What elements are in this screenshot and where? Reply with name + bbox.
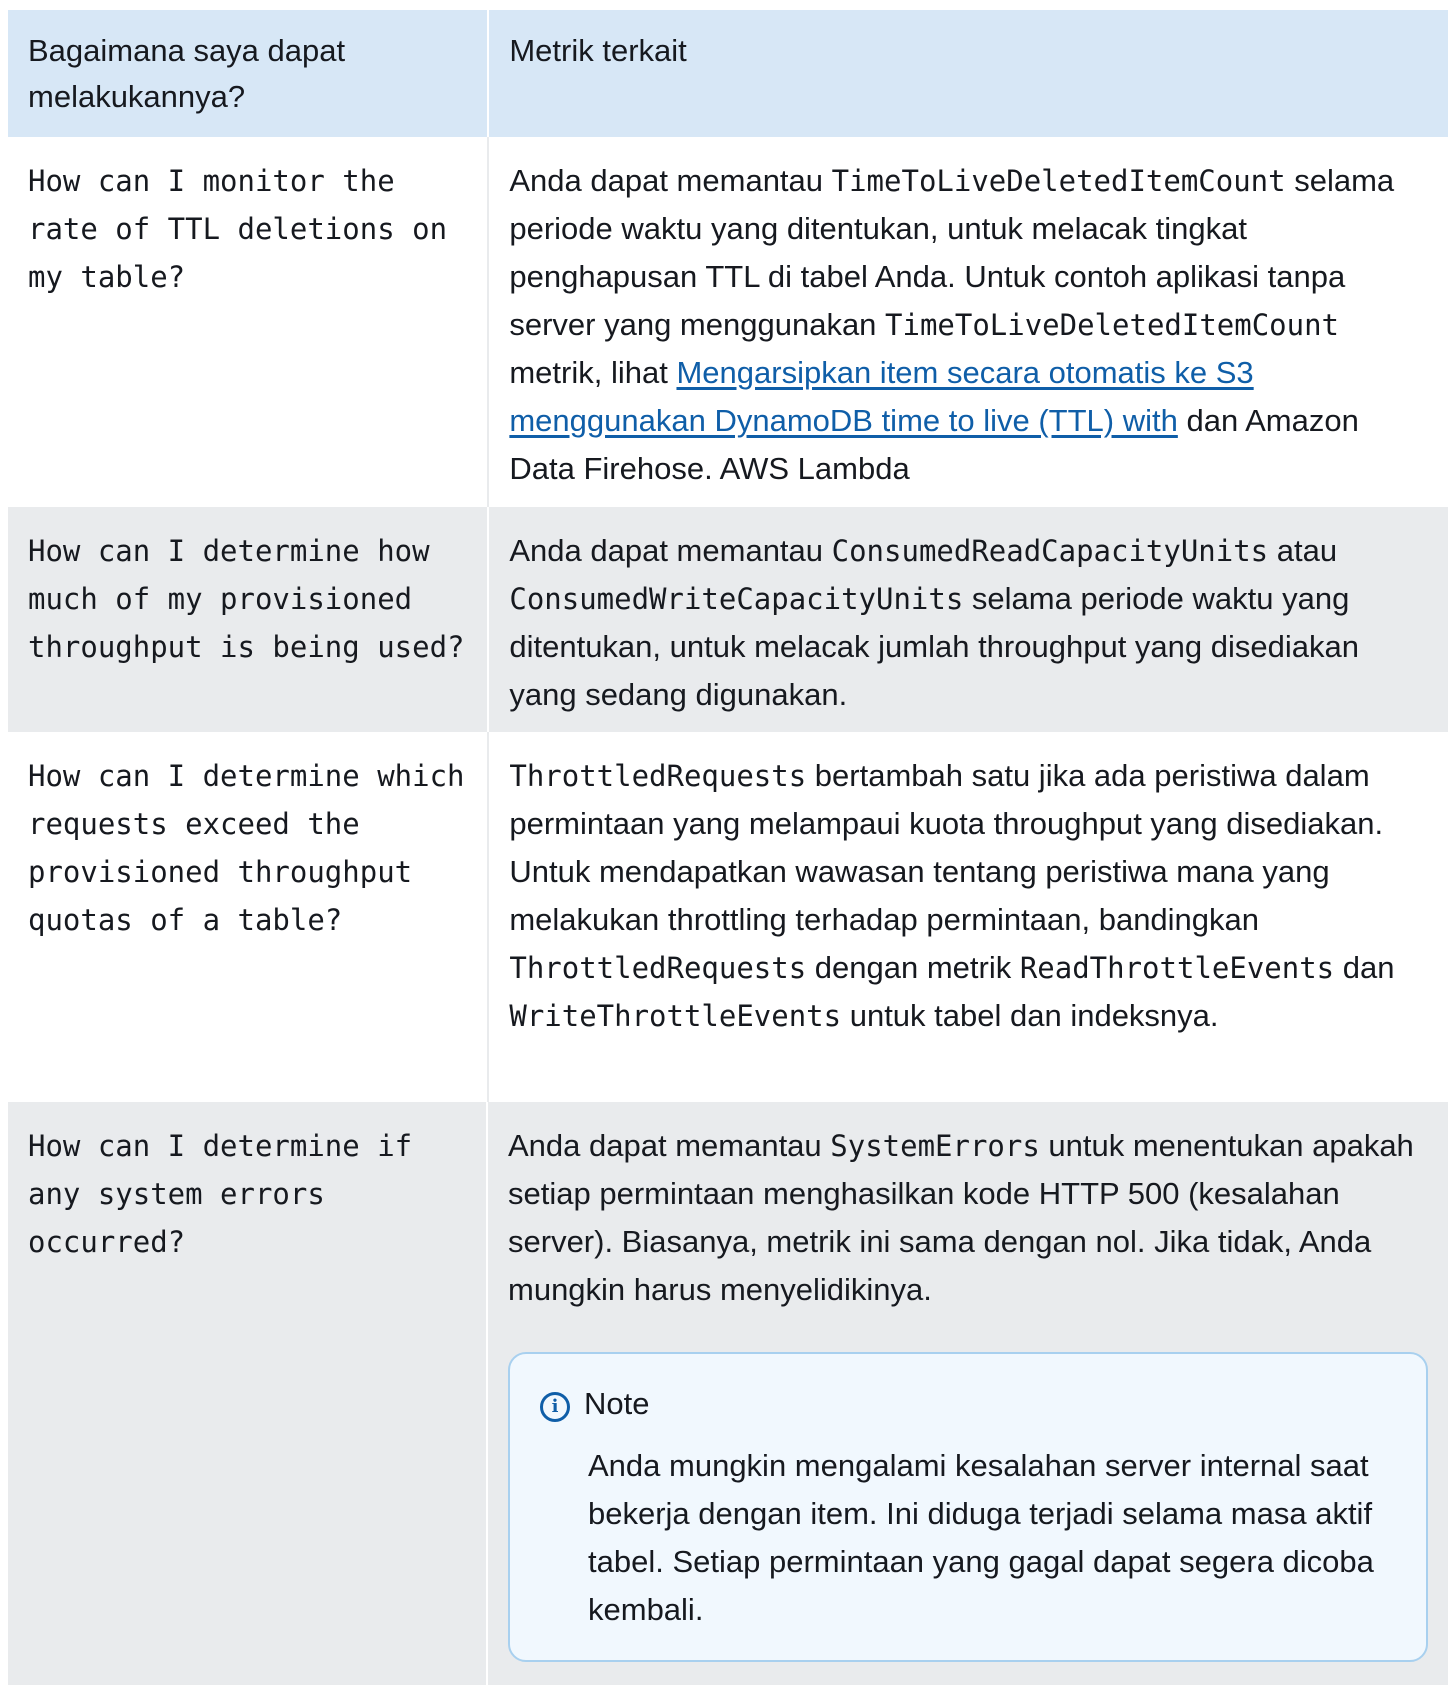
metric-code: TimeToLiveDeletedItemCount (831, 164, 1286, 198)
answer-text: Anda dapat memantau (509, 533, 832, 568)
question-cell: How can I determine how much of my provi… (8, 507, 490, 732)
answer-cell: Anda dapat memantau TimeToLiveDeletedIte… (489, 137, 1448, 507)
answer-text: Anda dapat memantau (509, 163, 832, 198)
answer-cell: Anda dapat memantau ConsumedReadCapacity… (489, 507, 1448, 732)
table-row: How can I determine how much of my provi… (8, 507, 1448, 732)
metric-code: TimeToLiveDeletedItemCount (885, 308, 1339, 342)
answer-text: untuk tabel dan indeksnya. (841, 998, 1219, 1033)
note-title: Note (584, 1386, 650, 1421)
question-cell: How can I determine which requests excee… (8, 732, 490, 1102)
answer-text: metrik, lihat (509, 355, 677, 390)
note-callout: i Note Anda mungkin mengalami kesalahan … (508, 1352, 1428, 1662)
note-body: Anda mungkin mengalami kesalahan server … (588, 1448, 1374, 1627)
note-header: i Note (540, 1382, 1396, 1426)
metric-code: ReadThrottleEvents (1019, 951, 1335, 985)
table-row: How can I determine which requests excee… (8, 732, 1448, 1102)
table-row: How can I monitor the rate of TTL deleti… (8, 137, 1448, 507)
answer-text: Anda dapat memantau (508, 1128, 831, 1163)
header-cell-metrics: Metrik terkait (489, 10, 1448, 137)
header-cell-question: Bagaimana saya dapat melakukannya? (8, 10, 488, 137)
answer-text: dan (1334, 950, 1395, 985)
metric-code: WriteThrottleEvents (509, 999, 842, 1033)
answer-cell: ThrottledRequests bertambah satu jika ad… (489, 732, 1448, 1102)
question-cell: How can I monitor the rate of TTL deleti… (8, 137, 490, 507)
question-text: How can I determine how much of my provi… (28, 534, 465, 664)
metric-code: SystemErrors (830, 1129, 1040, 1163)
answer-text: atau (1268, 533, 1338, 568)
question-text: How can I monitor the rate of TTL deleti… (28, 164, 465, 294)
metric-code: ConsumedWriteCapacityUnits (509, 582, 964, 616)
question-text: How can I determine which requests excee… (28, 759, 482, 937)
answer-text: dengan metrik (806, 950, 1020, 985)
question-text: How can I determine if any system errors… (28, 1129, 430, 1259)
info-icon: i (540, 1392, 570, 1422)
metrics-table: Bagaimana saya dapat melakukannya? Metri… (8, 10, 1448, 1685)
answer-paragraph: Anda dapat memantau SystemErrors untuk m… (508, 1122, 1428, 1314)
table-header-row: Bagaimana saya dapat melakukannya? Metri… (8, 10, 1448, 137)
metric-code: ThrottledRequests (509, 951, 807, 985)
metric-code: ConsumedReadCapacityUnits (831, 534, 1269, 568)
table-row: How can I determine if any system errors… (8, 1102, 1448, 1685)
answer-cell: Anda dapat memantau SystemErrors untuk m… (488, 1102, 1448, 1685)
question-cell: How can I determine if any system errors… (8, 1102, 488, 1685)
metric-code: ThrottledRequests (509, 759, 807, 793)
